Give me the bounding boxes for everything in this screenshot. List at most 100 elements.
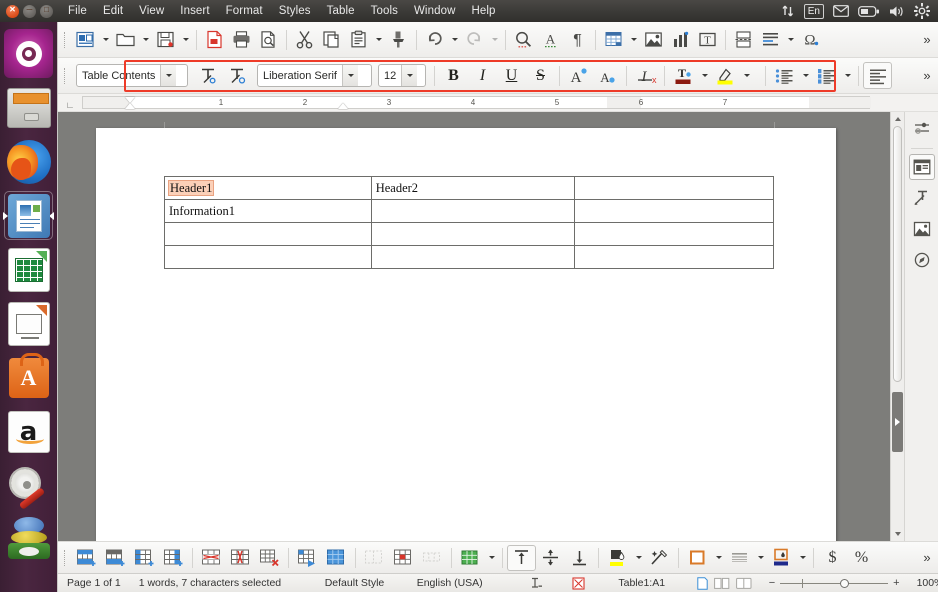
border-style-dropdown[interactable] <box>754 545 767 571</box>
border-style-button[interactable] <box>725 545 754 571</box>
menu-view[interactable]: View <box>131 3 172 19</box>
menu-format[interactable]: Format <box>218 3 271 19</box>
unordered-list-button[interactable] <box>770 62 799 89</box>
toolbar-grip[interactable] <box>62 547 69 569</box>
table-toolbar-overflow-button[interactable]: » <box>916 545 938 571</box>
spelling-button[interactable]: A <box>537 27 564 53</box>
percent-format-button[interactable]: % <box>847 545 876 571</box>
status-word-count[interactable]: 1 words, 7 characters selected <box>130 574 316 592</box>
print-preview-button[interactable] <box>255 27 282 53</box>
sidebar-item-properties[interactable] <box>908 154 935 180</box>
table-cell-b4[interactable] <box>370 245 576 269</box>
status-zoom-level[interactable]: 100% <box>908 574 938 592</box>
table-cell-c4[interactable] <box>574 245 774 269</box>
redo-dropdown[interactable] <box>488 27 501 53</box>
table-cell-b1[interactable]: Header2 <box>370 176 576 200</box>
status-table-cell[interactable]: Table1:A1 <box>596 574 688 592</box>
launcher-item-libreoffice-impress[interactable] <box>4 299 53 348</box>
font-color-button[interactable]: T <box>669 62 698 89</box>
launcher-item-gimp[interactable] <box>4 515 53 564</box>
borders-button[interactable] <box>683 545 712 571</box>
paragraph-style-combobox[interactable]: Table Contents <box>76 64 188 87</box>
table-row[interactable] <box>164 222 774 246</box>
insert-column-after-button[interactable] <box>159 545 188 571</box>
scroll-up-arrow-icon[interactable] <box>891 112 904 126</box>
insert-table-button[interactable] <box>600 27 627 53</box>
insert-field-button[interactable] <box>757 27 784 53</box>
mail-icon[interactable] <box>833 5 849 17</box>
delete-column-button[interactable] <box>226 545 255 571</box>
launcher-item-amazon[interactable]: a <box>4 407 53 456</box>
toolbar-grip[interactable] <box>62 29 69 51</box>
clone-formatting-button[interactable] <box>385 27 412 53</box>
font-name-combobox[interactable]: Liberation Serif <box>257 64 372 87</box>
menu-file[interactable]: File <box>60 3 95 19</box>
paste-button[interactable] <box>345 27 372 53</box>
paragraph-style-dropdown-arrow[interactable] <box>160 65 177 86</box>
sidebar-item-styles[interactable] <box>909 185 935 211</box>
italic-button[interactable]: I <box>468 62 497 89</box>
center-vertically-button[interactable] <box>536 545 565 571</box>
close-icon[interactable]: ✕ <box>6 4 19 18</box>
status-language[interactable]: English (USA) <box>408 574 512 592</box>
vertical-scrollbar[interactable] <box>890 112 904 541</box>
scrollbar-split-handle[interactable] <box>892 392 903 452</box>
zoom-out-button[interactable]: − <box>769 577 775 589</box>
optimize-size-button[interactable] <box>418 545 447 571</box>
sidebar-item-navigator[interactable] <box>909 247 935 273</box>
font-name-dropdown-arrow[interactable] <box>342 65 358 86</box>
table-cell-a1[interactable]: Header1 <box>164 176 372 200</box>
scroll-down-arrow-icon[interactable] <box>891 527 904 541</box>
delete-table-button[interactable] <box>255 545 284 571</box>
unordered-list-dropdown[interactable] <box>799 63 812 89</box>
insert-page-break-button[interactable] <box>730 27 757 53</box>
document-page[interactable]: Header1 Header2 Information1 <box>96 122 836 541</box>
document-table[interactable]: Header1 Header2 Information1 <box>164 176 774 269</box>
table-row[interactable]: Header1 Header2 <box>164 176 774 200</box>
decrease-font-size-button[interactable]: A <box>593 62 622 89</box>
multi-page-view-icon[interactable] <box>713 577 730 590</box>
table-row[interactable] <box>164 245 774 269</box>
table-cell-b3[interactable] <box>370 222 576 246</box>
volume-icon[interactable] <box>889 5 905 18</box>
insert-column-before-button[interactable] <box>130 545 159 571</box>
formatting-marks-button[interactable]: ¶ <box>564 27 591 53</box>
toolbar-grip[interactable] <box>62 65 69 87</box>
save-document-button[interactable] <box>152 27 179 53</box>
table-row[interactable]: Information1 <box>164 199 774 223</box>
table-properties-button[interactable] <box>456 545 485 571</box>
status-page[interactable]: Page 1 of 1 <box>58 574 130 592</box>
launcher-item-ubuntu-software[interactable]: A <box>4 352 53 402</box>
launcher-item-libreoffice-writer[interactable] <box>3 191 54 240</box>
minimize-icon[interactable]: ─ <box>23 4 36 18</box>
save-document-dropdown[interactable] <box>179 27 192 53</box>
launcher-item-files[interactable] <box>4 83 53 132</box>
merge-cells-button[interactable] <box>360 545 389 571</box>
document-canvas[interactable]: Header1 Header2 Information1 <box>58 112 890 541</box>
status-selection-mode[interactable] <box>562 574 596 592</box>
menu-edit[interactable]: Edit <box>95 3 131 19</box>
table-cell-background-color-dropdown[interactable] <box>632 545 645 571</box>
sidebar-item-sidebar-settings[interactable] <box>909 116 935 142</box>
formatting-toolbar-overflow-button[interactable]: » <box>916 63 938 89</box>
table-cell-c2[interactable] <box>574 199 774 223</box>
launcher-item-libreoffice-calc[interactable] <box>4 245 53 294</box>
zoom-handle[interactable] <box>840 578 850 588</box>
standard-toolbar-overflow-button[interactable]: » <box>916 27 938 53</box>
border-color-button[interactable] <box>767 545 796 571</box>
status-insert-mode[interactable] <box>512 574 562 592</box>
table-cell-b2[interactable] <box>370 199 576 223</box>
align-bottom-button[interactable] <box>565 545 594 571</box>
highlighting-color-dropdown[interactable] <box>740 63 753 89</box>
underline-button[interactable]: U <box>497 62 526 89</box>
paste-dropdown[interactable] <box>372 27 385 53</box>
insert-row-below-button[interactable] <box>101 545 130 571</box>
scrollbar-thumb[interactable] <box>893 126 902 382</box>
border-color-dropdown[interactable] <box>796 545 809 571</box>
undo-button[interactable] <box>421 27 448 53</box>
insert-image-button[interactable] <box>640 27 667 53</box>
insert-row-above-button[interactable] <box>72 545 101 571</box>
table-cell-background-color-button[interactable] <box>603 545 632 571</box>
new-style-button[interactable] <box>222 62 251 89</box>
launcher-item-ubuntu-dash[interactable] <box>4 29 53 78</box>
